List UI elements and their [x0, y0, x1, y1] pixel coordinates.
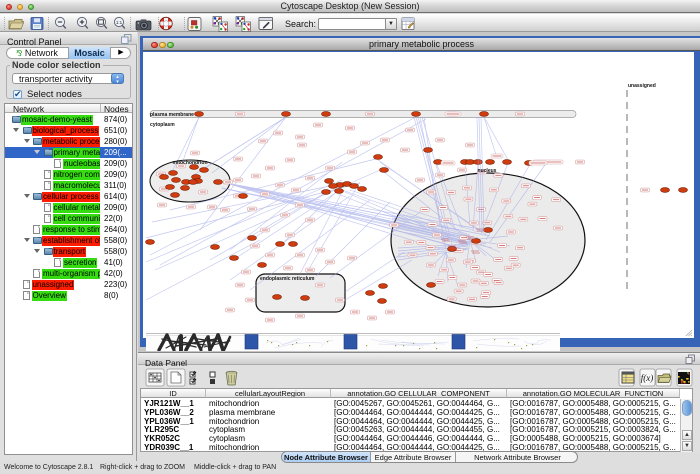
- svg-text:nucleus: nucleus: [478, 168, 497, 174]
- svg-text:cytoplasm: cytoplasm: [150, 122, 175, 128]
- svg-text:unassigned: unassigned: [628, 83, 656, 89]
- svg-text:f(x): f(x): [641, 373, 654, 383]
- svg-text:1:1: 1:1: [116, 20, 123, 25]
- svg-text:plasma membrane: plasma membrane: [150, 112, 194, 118]
- svg-text:endoplasmic reticulum: endoplasmic reticulum: [260, 276, 315, 282]
- svg-text:mitochondrion: mitochondrion: [173, 160, 208, 166]
